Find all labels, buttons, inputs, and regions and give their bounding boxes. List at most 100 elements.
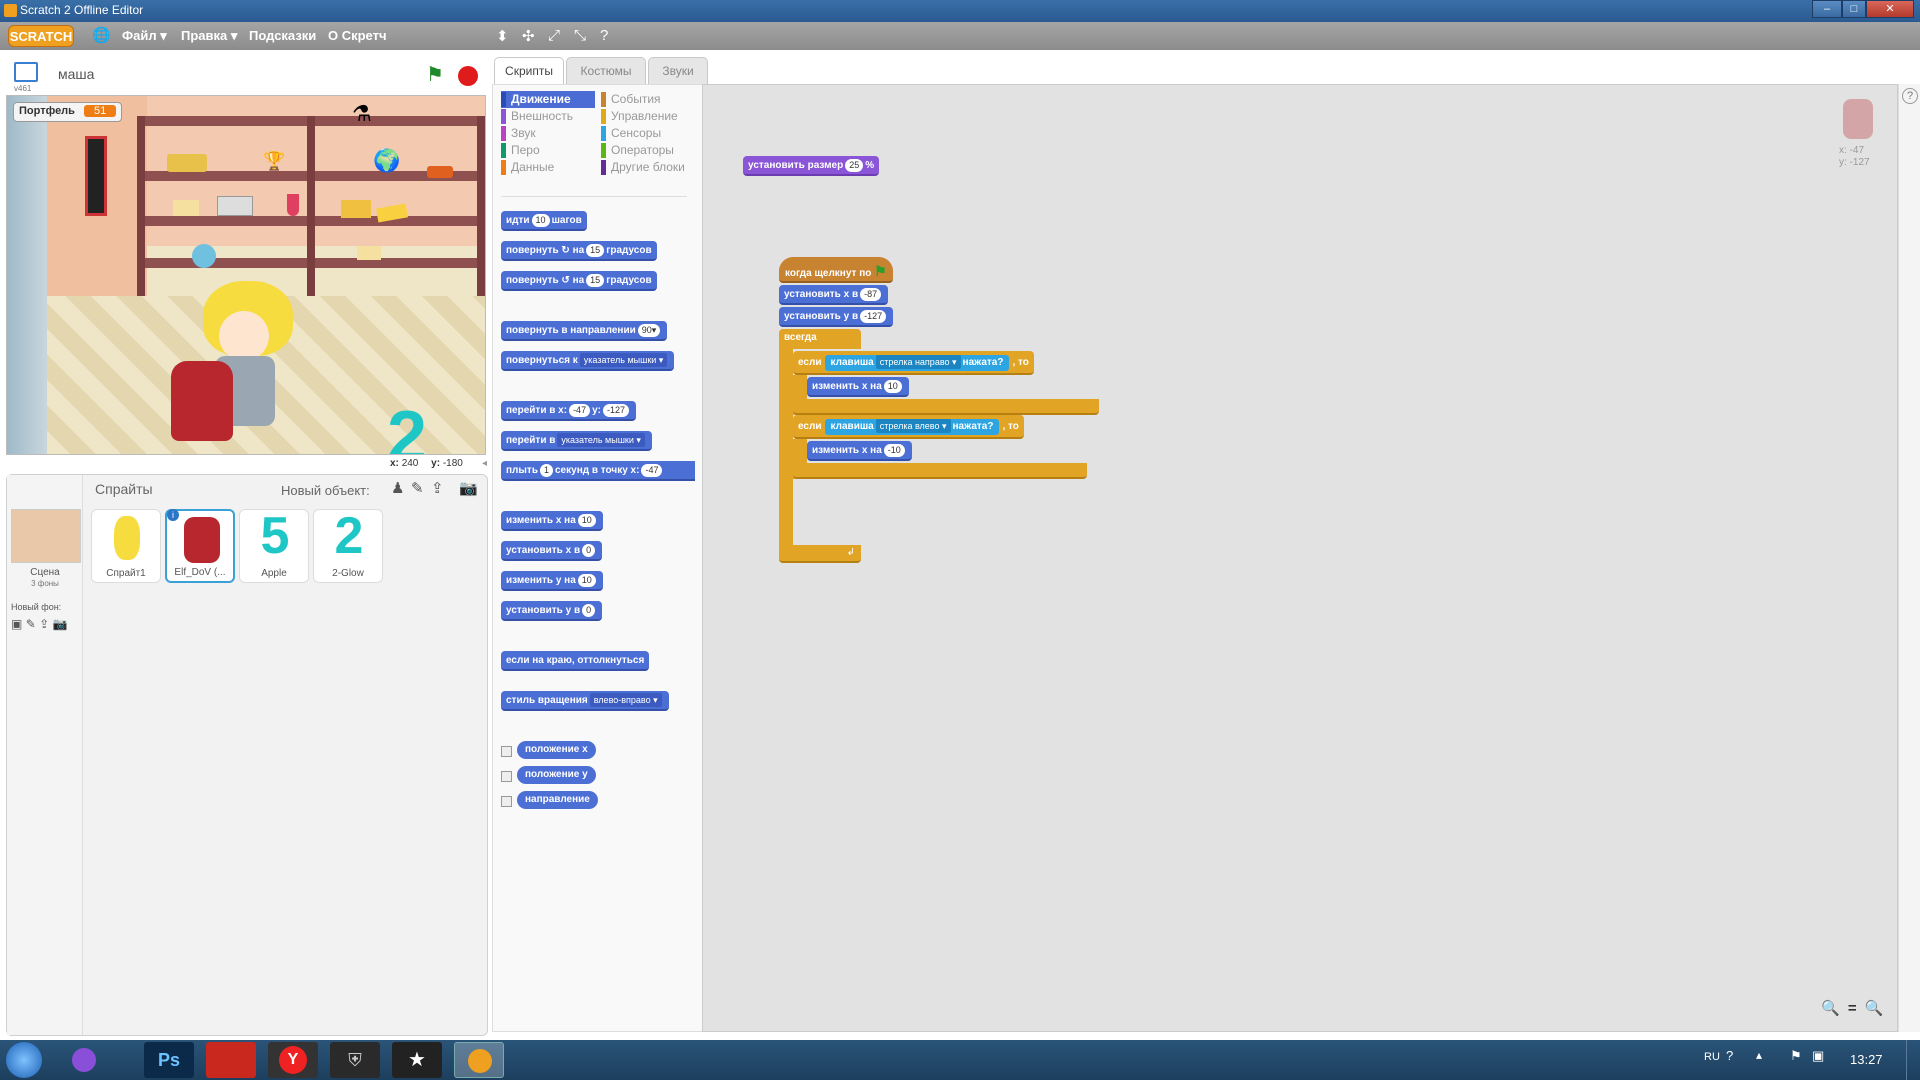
menu-file[interactable]: Файл ▾ — [122, 28, 167, 44]
camera-sprite-icon[interactable]: 📷 — [459, 479, 478, 497]
version-label: v461 — [14, 84, 32, 93]
upload-sprite-icon[interactable]: ⇪ — [431, 479, 444, 497]
tray-clock[interactable]: 13:27 — [1850, 1052, 1883, 1067]
category-more-blocks[interactable]: Другие блоки — [601, 159, 695, 176]
tray-help-icon[interactable]: ? — [1726, 1048, 1733, 1063]
info-icon[interactable]: i — [167, 509, 179, 521]
zoom-out-icon[interactable]: 🔍 — [1821, 1000, 1840, 1017]
block-set-y[interactable]: установить y в0 — [501, 601, 603, 621]
taskbar-tanks[interactable]: ⛨ — [330, 1042, 380, 1078]
duplicate-icon[interactable]: ⬍ — [496, 27, 509, 45]
block-glide[interactable]: плыть 1 секунд в точку x: -47 — [501, 461, 695, 481]
category-sensing[interactable]: Сенсоры — [601, 125, 695, 142]
category-motion[interactable]: Движение — [501, 91, 595, 108]
sprite-thumb-selected[interactable]: i Elf_DoV (... — [165, 509, 235, 583]
paint-backdrop-icon[interactable]: ✎ — [26, 617, 36, 631]
checkbox-y-position[interactable] — [501, 771, 512, 782]
block-turn-left[interactable]: повернуть ↺ на 15 градусов — [501, 271, 657, 291]
category-pen[interactable]: Перо — [501, 142, 595, 159]
reporter-direction[interactable]: направление — [517, 791, 598, 809]
script-set-x[interactable]: установить x в -87 — [779, 285, 889, 305]
script-change-x-10[interactable]: изменить x на 10 — [807, 377, 909, 397]
stop-icon[interactable] — [458, 66, 478, 86]
library-sprite-icon[interactable]: ♟ — [391, 479, 404, 497]
taskbar-star[interactable]: ★ — [392, 1042, 442, 1078]
block-bounce[interactable]: если на краю, оттолкнуться — [501, 651, 650, 671]
green-flag-icon[interactable]: ⚑ — [426, 62, 444, 87]
reporter-y-position[interactable]: положение y — [517, 766, 596, 784]
block-turn-right[interactable]: повернуть ↻ на 15 градусов — [501, 241, 657, 261]
category-events[interactable]: События — [601, 91, 695, 108]
script-area[interactable]: установить размер 25% когда щелкнут по ⚑ … — [702, 84, 1898, 1032]
taskbar-scratch[interactable] — [454, 1042, 504, 1078]
tab-scripts[interactable]: Скрипты — [494, 57, 564, 84]
script-set-size[interactable]: установить размер 25% — [743, 156, 880, 176]
sprite-thumb[interactable]: 5 Apple — [239, 507, 309, 583]
sprite-thumb[interactable]: 2 2-Glow — [313, 507, 383, 583]
show-desktop-button[interactable] — [1906, 1040, 1920, 1080]
taskbar-photoshop[interactable]: Ps — [144, 1042, 194, 1078]
menu-about[interactable]: О Скретч — [328, 28, 387, 43]
stage-thumbnail[interactable] — [11, 509, 81, 563]
category-operators[interactable]: Операторы — [601, 142, 695, 159]
tray-language[interactable]: RU — [1704, 1051, 1720, 1063]
block-move-steps[interactable]: идти 10 шагов — [501, 211, 587, 231]
library-backdrop-icon[interactable]: ▣ — [11, 617, 22, 631]
paint-sprite-icon[interactable]: ✎ — [411, 479, 424, 497]
block-goto[interactable]: перейти в указатель мышки ▾ — [501, 431, 652, 451]
tray-arrow-icon[interactable]: ▴ — [1756, 1048, 1762, 1062]
minimize-button[interactable]: – — [1812, 0, 1842, 18]
script-hat-green-flag[interactable]: когда щелкнут по ⚑ — [779, 257, 893, 283]
block-goto-xy[interactable]: перейти в x: -47 y: -127 — [501, 401, 636, 421]
menu-tips[interactable]: Подсказки — [249, 28, 316, 43]
sprite-thumb[interactable]: Спрайт1 — [91, 509, 161, 583]
variable-monitor[interactable]: Портфель 51 — [13, 102, 123, 122]
backpack-sprite[interactable] — [171, 361, 233, 441]
block-change-x[interactable]: изменить x на 10 — [501, 511, 603, 531]
stage[interactable]: ⚗ 🏆 🌍 2 Портфель 51 — [6, 95, 486, 455]
taskbar-game[interactable] — [206, 1042, 256, 1078]
tray-flag-icon[interactable]: ⚑ — [1790, 1048, 1802, 1064]
block-point-direction[interactable]: повернуть в направлении 90▾ — [501, 321, 668, 341]
tray-network-icon[interactable]: ▣ — [1812, 1048, 1824, 1064]
taskbar-yandex[interactable]: Y — [268, 1042, 318, 1078]
camera-backdrop-icon[interactable]: 📷 — [53, 617, 68, 631]
script-forever[interactable]: всегда — [779, 329, 861, 349]
checkbox-x-position[interactable] — [501, 746, 512, 757]
checkbox-direction[interactable] — [501, 796, 512, 807]
block-point-towards[interactable]: повернуться к указатель мышки ▾ — [501, 351, 675, 371]
scratch-logo[interactable]: SCRATCH — [8, 25, 74, 47]
close-button[interactable]: ✕ — [1866, 0, 1914, 18]
script-set-y[interactable]: установить y в -127 — [779, 307, 894, 327]
zoom-reset-icon[interactable]: = — [1848, 1000, 1857, 1017]
category-control[interactable]: Управление — [601, 108, 695, 125]
script-if-right[interactable]: если клавиша стрелка направо ▾ нажата?, то — [793, 351, 1034, 375]
block-set-x[interactable]: установить x в0 — [501, 541, 603, 561]
maximize-button[interactable]: □ — [1842, 0, 1866, 18]
category-sound[interactable]: Звук — [501, 125, 595, 142]
menu-edit[interactable]: Правка ▾ — [181, 28, 237, 44]
upload-backdrop-icon[interactable]: ⇪ — [39, 617, 49, 631]
category-data[interactable]: Данные — [501, 159, 595, 176]
grow-icon[interactable]: ⤢ — [548, 27, 560, 44]
block-change-y[interactable]: изменить y на 10 — [501, 571, 603, 591]
globe-icon[interactable]: 🌐 — [92, 26, 111, 44]
project-name[interactable]: маша — [58, 66, 94, 82]
cut-icon[interactable]: ✣ — [522, 27, 535, 45]
script-if-left[interactable]: если клавиша стрелка влево ▾ нажата?, то — [793, 415, 1024, 439]
taskbar-mic[interactable] — [60, 1042, 110, 1078]
help-icon[interactable]: ? — [600, 27, 608, 44]
start-button[interactable] — [6, 1042, 42, 1078]
help-panel-icon[interactable]: ? — [1902, 88, 1918, 104]
block-rotation-style[interactable]: стиль вращения влево-вправо ▾ — [501, 691, 669, 711]
tab-sounds[interactable]: Звуки — [648, 57, 708, 84]
script-change-x-minus-10[interactable]: изменить x на -10 — [807, 441, 912, 461]
shrink-icon[interactable]: ⤡ — [574, 27, 586, 44]
number-2-sprite[interactable]: 2 — [387, 396, 427, 454]
category-looks[interactable]: Внешность — [501, 108, 595, 125]
fullscreen-icon[interactable] — [14, 62, 38, 82]
collapse-stage-icon[interactable]: ◂ — [482, 458, 492, 472]
zoom-in-icon[interactable]: 🔍 — [1865, 1000, 1884, 1017]
reporter-x-position[interactable]: положение x — [517, 741, 596, 759]
tab-costumes[interactable]: Костюмы — [566, 57, 646, 84]
